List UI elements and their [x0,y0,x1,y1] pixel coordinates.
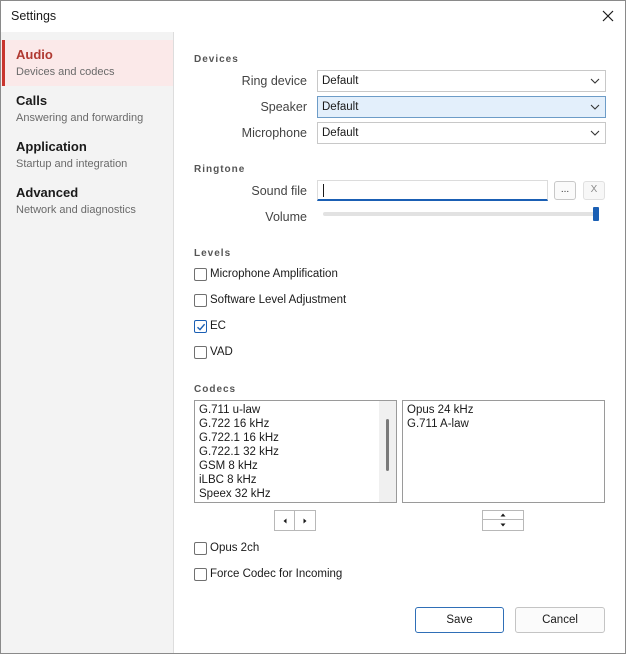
scrollbar[interactable] [379,401,396,502]
list-item[interactable]: G.722.1 16 kHz [195,431,396,445]
checkbox-label: Force Codec for Incoming [210,568,343,580]
browse-button[interactable]: ... [554,181,576,200]
move-up-button[interactable] [483,511,523,520]
window-title: Settings [11,9,57,23]
force-codec-option[interactable]: Force Codec for Incoming [194,566,342,582]
move-left-button[interactable] [275,511,295,530]
checkbox-label: EC [210,320,226,332]
force-codec-checkbox[interactable] [194,567,207,581]
microphone-amplification-option[interactable]: Microphone Amplification [194,266,338,282]
enabled-codecs-list[interactable]: Opus 24 kHz G.711 A-law [402,400,605,503]
checkbox-label: Software Level Adjustment [210,294,347,306]
arrow-left-icon [283,518,286,523]
title-bar: Settings [1,1,625,32]
software-level-adjustment-checkbox[interactable] [194,293,207,307]
arrow-down-icon [500,523,506,527]
volume-slider-track[interactable] [323,212,597,216]
arrow-up-icon [500,513,506,517]
checkbox-label: VAD [210,346,233,358]
opus-2ch-checkbox[interactable] [194,541,207,555]
scroll-thumb[interactable] [386,419,389,471]
sound-file-input[interactable] [317,180,548,201]
software-level-adjustment-option[interactable]: Software Level Adjustment [194,292,346,308]
list-item[interactable]: G.722.1 32 kHz [195,445,396,459]
vad-option[interactable]: VAD [194,344,233,360]
devices-heading: Devices [194,54,239,65]
list-item[interactable]: iLBC 8 kHz [195,473,396,487]
sound-file-label: Sound file [251,184,307,198]
ec-checkbox[interactable] [194,319,207,333]
microphone-value: Default [322,127,359,139]
opus-2ch-option[interactable]: Opus 2ch [194,540,259,556]
volume-slider-thumb[interactable] [593,207,599,221]
list-item[interactable]: Speex 32 kHz [195,487,396,501]
list-item[interactable]: G.722 16 kHz [195,417,396,431]
settings-window: Settings Audio Devices and codecs Calls … [0,0,626,654]
speaker-value: Default [322,101,359,113]
codecs-heading: Codecs [194,384,237,395]
clear-sound-button[interactable]: X [583,181,605,200]
list-item[interactable]: G.711 u-law [195,403,396,417]
close-icon [602,10,614,22]
ring-device-label: Ring device [241,74,307,88]
list-item[interactable]: Opus 24 kHz [403,403,604,417]
chevron-down-icon [590,130,600,136]
arrow-right-icon [303,518,307,523]
ringtone-heading: Ringtone [194,164,246,175]
sidebar-item-title: Application [16,139,87,154]
microphone-select[interactable]: Default [317,122,606,144]
chevron-down-icon [590,78,600,84]
ec-option[interactable]: EC [194,318,226,334]
save-button[interactable]: Save [415,607,504,633]
move-down-button[interactable] [483,520,523,530]
sidebar-item-subtitle: Startup and integration [16,158,128,170]
cancel-button[interactable]: Cancel [515,607,605,633]
levels-heading: Levels [194,248,232,259]
list-item[interactable]: G.711 A-law [403,417,604,431]
reorder-codec-controls [482,510,524,531]
microphone-label: Microphone [241,126,307,140]
move-codec-controls [274,510,316,531]
close-button[interactable] [595,4,621,28]
vad-checkbox[interactable] [194,345,207,359]
speaker-label: Speaker [260,100,307,114]
ring-device-value: Default [322,75,359,87]
microphone-amplification-checkbox[interactable] [194,267,207,281]
sidebar-item-title: Audio [16,47,53,62]
volume-label: Volume [265,210,307,224]
checkbox-label: Microphone Amplification [210,268,338,280]
checkmark-icon [197,323,206,331]
move-right-button[interactable] [295,511,315,530]
list-item[interactable]: GSM 8 kHz [195,459,396,473]
checkbox-label: Opus 2ch [210,542,260,554]
ring-device-select[interactable]: Default [317,70,606,92]
speaker-select[interactable]: Default [317,96,606,118]
text-caret [323,184,324,197]
available-codecs-list[interactable]: G.711 u-law G.722 16 kHz G.722.1 16 kHz … [194,400,397,503]
chevron-down-icon [590,104,600,110]
